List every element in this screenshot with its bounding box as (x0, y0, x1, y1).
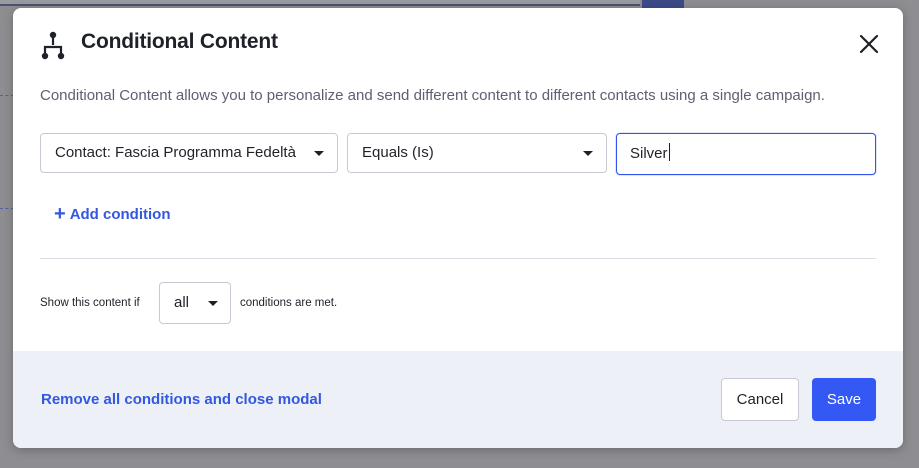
match-suffix-text: conditions are met. (240, 297, 338, 309)
save-button[interactable]: Save (812, 378, 876, 421)
condition-operator-select[interactable]: Equals (Is) (347, 133, 607, 173)
condition-value-text: Silver (630, 145, 668, 162)
backdrop-block (642, 0, 684, 8)
caret-down-icon (208, 301, 218, 306)
match-mode-value: all (174, 294, 190, 311)
condition-operator-value: Equals (Is) (362, 144, 434, 161)
divider (40, 258, 876, 259)
match-mode-select[interactable]: all (159, 282, 231, 324)
close-icon[interactable] (857, 32, 881, 56)
backdrop-toolbar (0, 0, 640, 6)
backdrop-divider (0, 208, 14, 209)
text-cursor (668, 143, 670, 161)
condition-field-select[interactable]: Contact: Fascia Programma Fedeltà (40, 133, 338, 173)
condition-field-value: Contact: Fascia Programma Fedeltà (55, 144, 296, 161)
caret-down-icon (583, 151, 593, 156)
conditional-content-modal: Conditional Content Conditional Content … (13, 8, 903, 448)
backdrop-divider (0, 95, 14, 96)
modal-description: Conditional Content allows you to person… (40, 87, 825, 104)
branch-icon (41, 31, 65, 60)
condition-value-input[interactable]: Silver (616, 133, 876, 175)
match-prefix-text: Show this content if (40, 297, 140, 309)
remove-conditions-link[interactable]: Remove all conditions and close modal (41, 391, 322, 408)
caret-down-icon (314, 151, 324, 156)
add-condition-button[interactable]: + Add condition (54, 203, 171, 225)
cancel-button[interactable]: Cancel (721, 378, 799, 421)
plus-icon: + (54, 203, 66, 225)
modal-footer: Remove all conditions and close modal Ca… (13, 351, 903, 448)
modal-title: Conditional Content (81, 30, 278, 53)
add-condition-label: Add condition (69, 205, 171, 223)
modal-header: Conditional Content (13, 8, 903, 80)
